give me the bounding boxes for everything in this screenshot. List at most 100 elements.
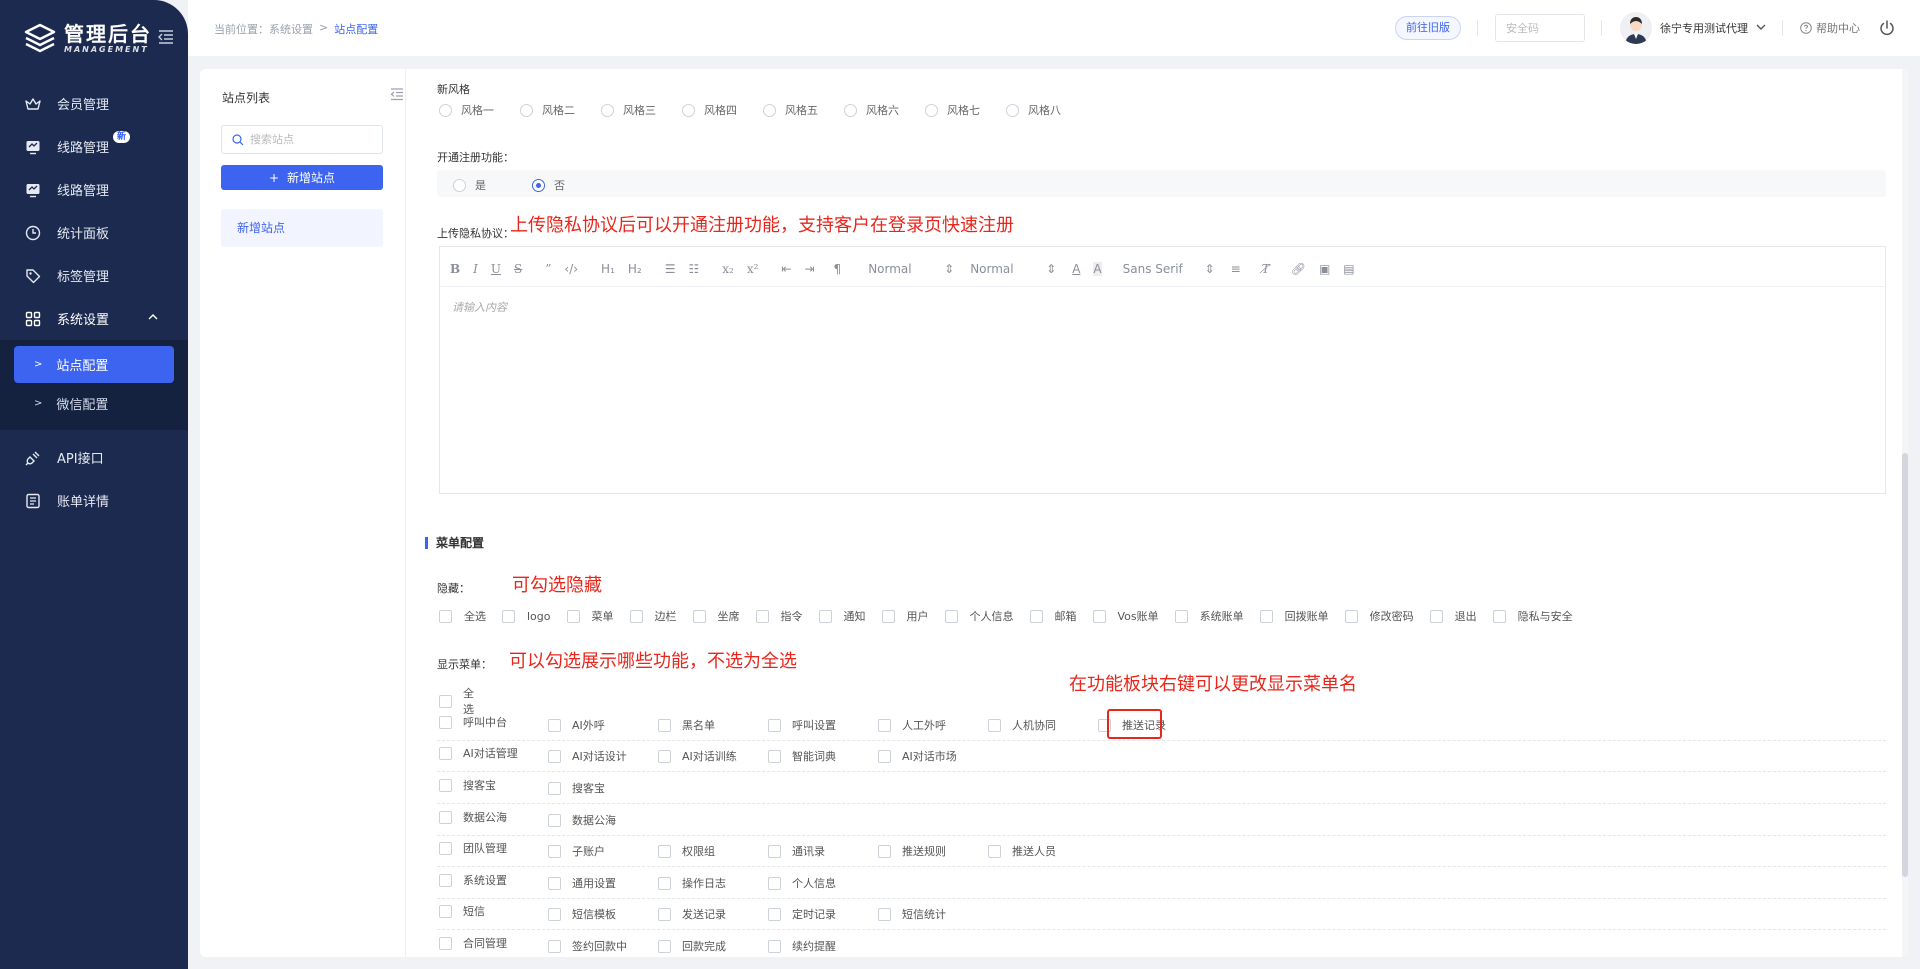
menu-item-checkbox[interactable]: 推送规则	[878, 843, 946, 859]
sidebar-item-site-config[interactable]: > 站点配置	[14, 346, 174, 383]
style-radio-4[interactable]: 风格四	[682, 102, 737, 118]
sidebar-item-api[interactable]: API接口	[0, 436, 188, 479]
hide-checkbox-14[interactable]: 退出	[1429, 608, 1477, 624]
menu-item-checkbox[interactable]: AI对话训练	[658, 748, 737, 764]
menu-item-checkbox[interactable]: 数据公海	[548, 812, 616, 828]
menu-group-checkbox[interactable]: AI对话管理	[439, 745, 518, 761]
hide-checkbox-10[interactable]: Vos账单	[1092, 608, 1159, 624]
hide-checkbox-13[interactable]: 修改密码	[1344, 608, 1414, 624]
register-yes-radio[interactable]: 是	[453, 177, 486, 193]
sidebar-item-line[interactable]: 线路管理	[0, 168, 188, 211]
avatar[interactable]	[1620, 12, 1652, 44]
sidebar-item-stats[interactable]: 统计面板	[0, 211, 188, 254]
header-select[interactable]: Normal ⇕	[868, 262, 954, 276]
ordered-list-icon[interactable]: ☰	[665, 262, 676, 276]
show-select-all-checkbox[interactable]: 全选	[439, 685, 474, 717]
hide-checkbox-2[interactable]: 菜单	[566, 608, 614, 624]
scrollbar[interactable]	[1902, 69, 1908, 957]
indent-icon[interactable]: ⇥	[804, 262, 814, 276]
hide-checkbox-8[interactable]: 个人信息	[944, 608, 1014, 624]
menu-item-checkbox[interactable]: 短信模板	[548, 906, 616, 922]
menu-item-checkbox[interactable]: 定时记录	[768, 906, 836, 922]
hide-checkbox-6[interactable]: 通知	[818, 608, 866, 624]
menu-item-checkbox[interactable]: 权限组	[658, 843, 715, 859]
heading1-icon[interactable]: H₁	[601, 262, 615, 276]
add-site-button[interactable]: + 新增站点	[221, 165, 383, 190]
size-select[interactable]: Normal ⇕	[970, 262, 1056, 276]
code-icon[interactable]: ‹/›	[564, 262, 578, 276]
menu-item-checkbox[interactable]: AI对话设计	[548, 748, 627, 764]
clear-format-icon[interactable]: T̸	[1262, 262, 1270, 276]
text-direction-icon[interactable]: ¶	[834, 262, 842, 276]
underline-icon[interactable]: U	[491, 262, 501, 276]
chevron-down-icon[interactable]	[1756, 23, 1766, 31]
user-name[interactable]: 徐宁专用测试代理	[1660, 20, 1748, 36]
site-search[interactable]	[221, 125, 383, 154]
background-color-icon[interactable]: A	[1093, 261, 1102, 276]
scrollbar-thumb[interactable]	[1902, 453, 1908, 877]
menu-item-checkbox[interactable]: 黑名单	[658, 717, 715, 733]
font-select[interactable]: Sans Serif ⇕	[1123, 262, 1215, 276]
bold-icon[interactable]: B	[450, 262, 460, 276]
style-radio-5[interactable]: 风格五	[763, 102, 818, 118]
menu-item-checkbox[interactable]: 通讯录	[768, 843, 825, 859]
editor-content[interactable]: 请输入内容	[440, 287, 1885, 327]
old-version-button[interactable]: 前往旧版	[1395, 16, 1461, 40]
site-list-item[interactable]: 新增站点	[221, 209, 383, 247]
power-icon[interactable]	[1878, 19, 1896, 37]
hide-checkbox-11[interactable]: 系统账单	[1174, 608, 1244, 624]
menu-item-checkbox[interactable]: 个人信息	[768, 875, 836, 891]
style-radio-7[interactable]: 风格七	[925, 102, 980, 118]
superscript-icon[interactable]: x²	[747, 262, 759, 276]
menu-collapse-icon[interactable]	[158, 30, 174, 44]
help-center-link[interactable]: 帮助中心	[1800, 20, 1860, 36]
hide-checkbox-15[interactable]: 隐私与安全	[1492, 608, 1573, 624]
menu-group-checkbox[interactable]: 数据公海	[439, 809, 507, 825]
menu-group-checkbox[interactable]: 团队管理	[439, 840, 507, 856]
blockquote-icon[interactable]: ”	[545, 262, 551, 276]
hide-checkbox-12[interactable]: 回拨账单	[1259, 608, 1329, 624]
menu-item-checkbox[interactable]: 短信统计	[878, 906, 946, 922]
menu-item-checkbox[interactable]: 推送人员	[988, 843, 1056, 859]
sidebar-item-bill[interactable]: 账单详情	[0, 479, 188, 522]
menu-item-checkbox[interactable]: 续约提醒	[768, 938, 836, 954]
strike-icon[interactable]: S	[514, 262, 522, 276]
menu-group-checkbox[interactable]: 系统设置	[439, 872, 507, 888]
hide-checkbox-3[interactable]: 边栏	[629, 608, 677, 624]
bullet-list-icon[interactable]: ☷	[689, 262, 700, 276]
style-radio-2[interactable]: 风格二	[520, 102, 575, 118]
menu-item-checkbox[interactable]: 人工外呼	[878, 717, 946, 733]
menu-group-checkbox[interactable]: 呼叫中台	[439, 714, 507, 730]
outdent-icon[interactable]: ⇤	[781, 262, 791, 276]
hide-checkbox-7[interactable]: 用户	[881, 608, 929, 624]
image-icon[interactable]: ▣	[1319, 262, 1330, 276]
hide-checkbox-9[interactable]: 邮箱	[1029, 608, 1077, 624]
align-icon[interactable]: ≡	[1231, 262, 1241, 276]
menu-item-checkbox[interactable]: AI外呼	[548, 717, 605, 733]
menu-item-checkbox[interactable]: 呼叫设置	[768, 717, 836, 733]
hide-checkbox-5[interactable]: 指令	[755, 608, 803, 624]
site-search-input[interactable]	[250, 133, 370, 146]
style-radio-3[interactable]: 风格三	[601, 102, 656, 118]
menu-item-checkbox[interactable]: AI对话市场	[878, 748, 957, 764]
style-radio-8[interactable]: 风格八	[1006, 102, 1061, 118]
sidebar-item-system[interactable]: 系统设置	[0, 297, 188, 340]
menu-group-checkbox[interactable]: 短信	[439, 903, 485, 919]
hide-checkbox-1[interactable]: logo	[502, 609, 551, 623]
panel-toggle-icon[interactable]	[390, 87, 404, 101]
sidebar-item-member[interactable]: 会员管理	[0, 82, 188, 125]
video-icon[interactable]: ▤	[1343, 262, 1354, 276]
subscript-icon[interactable]: x₂	[722, 262, 734, 276]
security-code-input[interactable]	[1495, 14, 1585, 42]
menu-item-checkbox[interactable]: 通用设置	[548, 875, 616, 891]
style-radio-6[interactable]: 风格六	[844, 102, 899, 118]
sidebar-item-tags[interactable]: 标签管理	[0, 254, 188, 297]
menu-item-checkbox[interactable]: 智能词典	[768, 748, 836, 764]
menu-item-checkbox[interactable]: 搜客宝	[548, 780, 605, 796]
style-radio-1[interactable]: 风格一	[439, 102, 494, 118]
font-color-icon[interactable]: A	[1072, 262, 1080, 276]
link-icon[interactable]: 🔗︎	[1291, 262, 1306, 276]
menu-group-checkbox[interactable]: 合同管理	[439, 935, 507, 951]
hide-checkbox-4[interactable]: 坐席	[692, 608, 740, 624]
menu-item-checkbox[interactable]: 操作日志	[658, 875, 726, 891]
